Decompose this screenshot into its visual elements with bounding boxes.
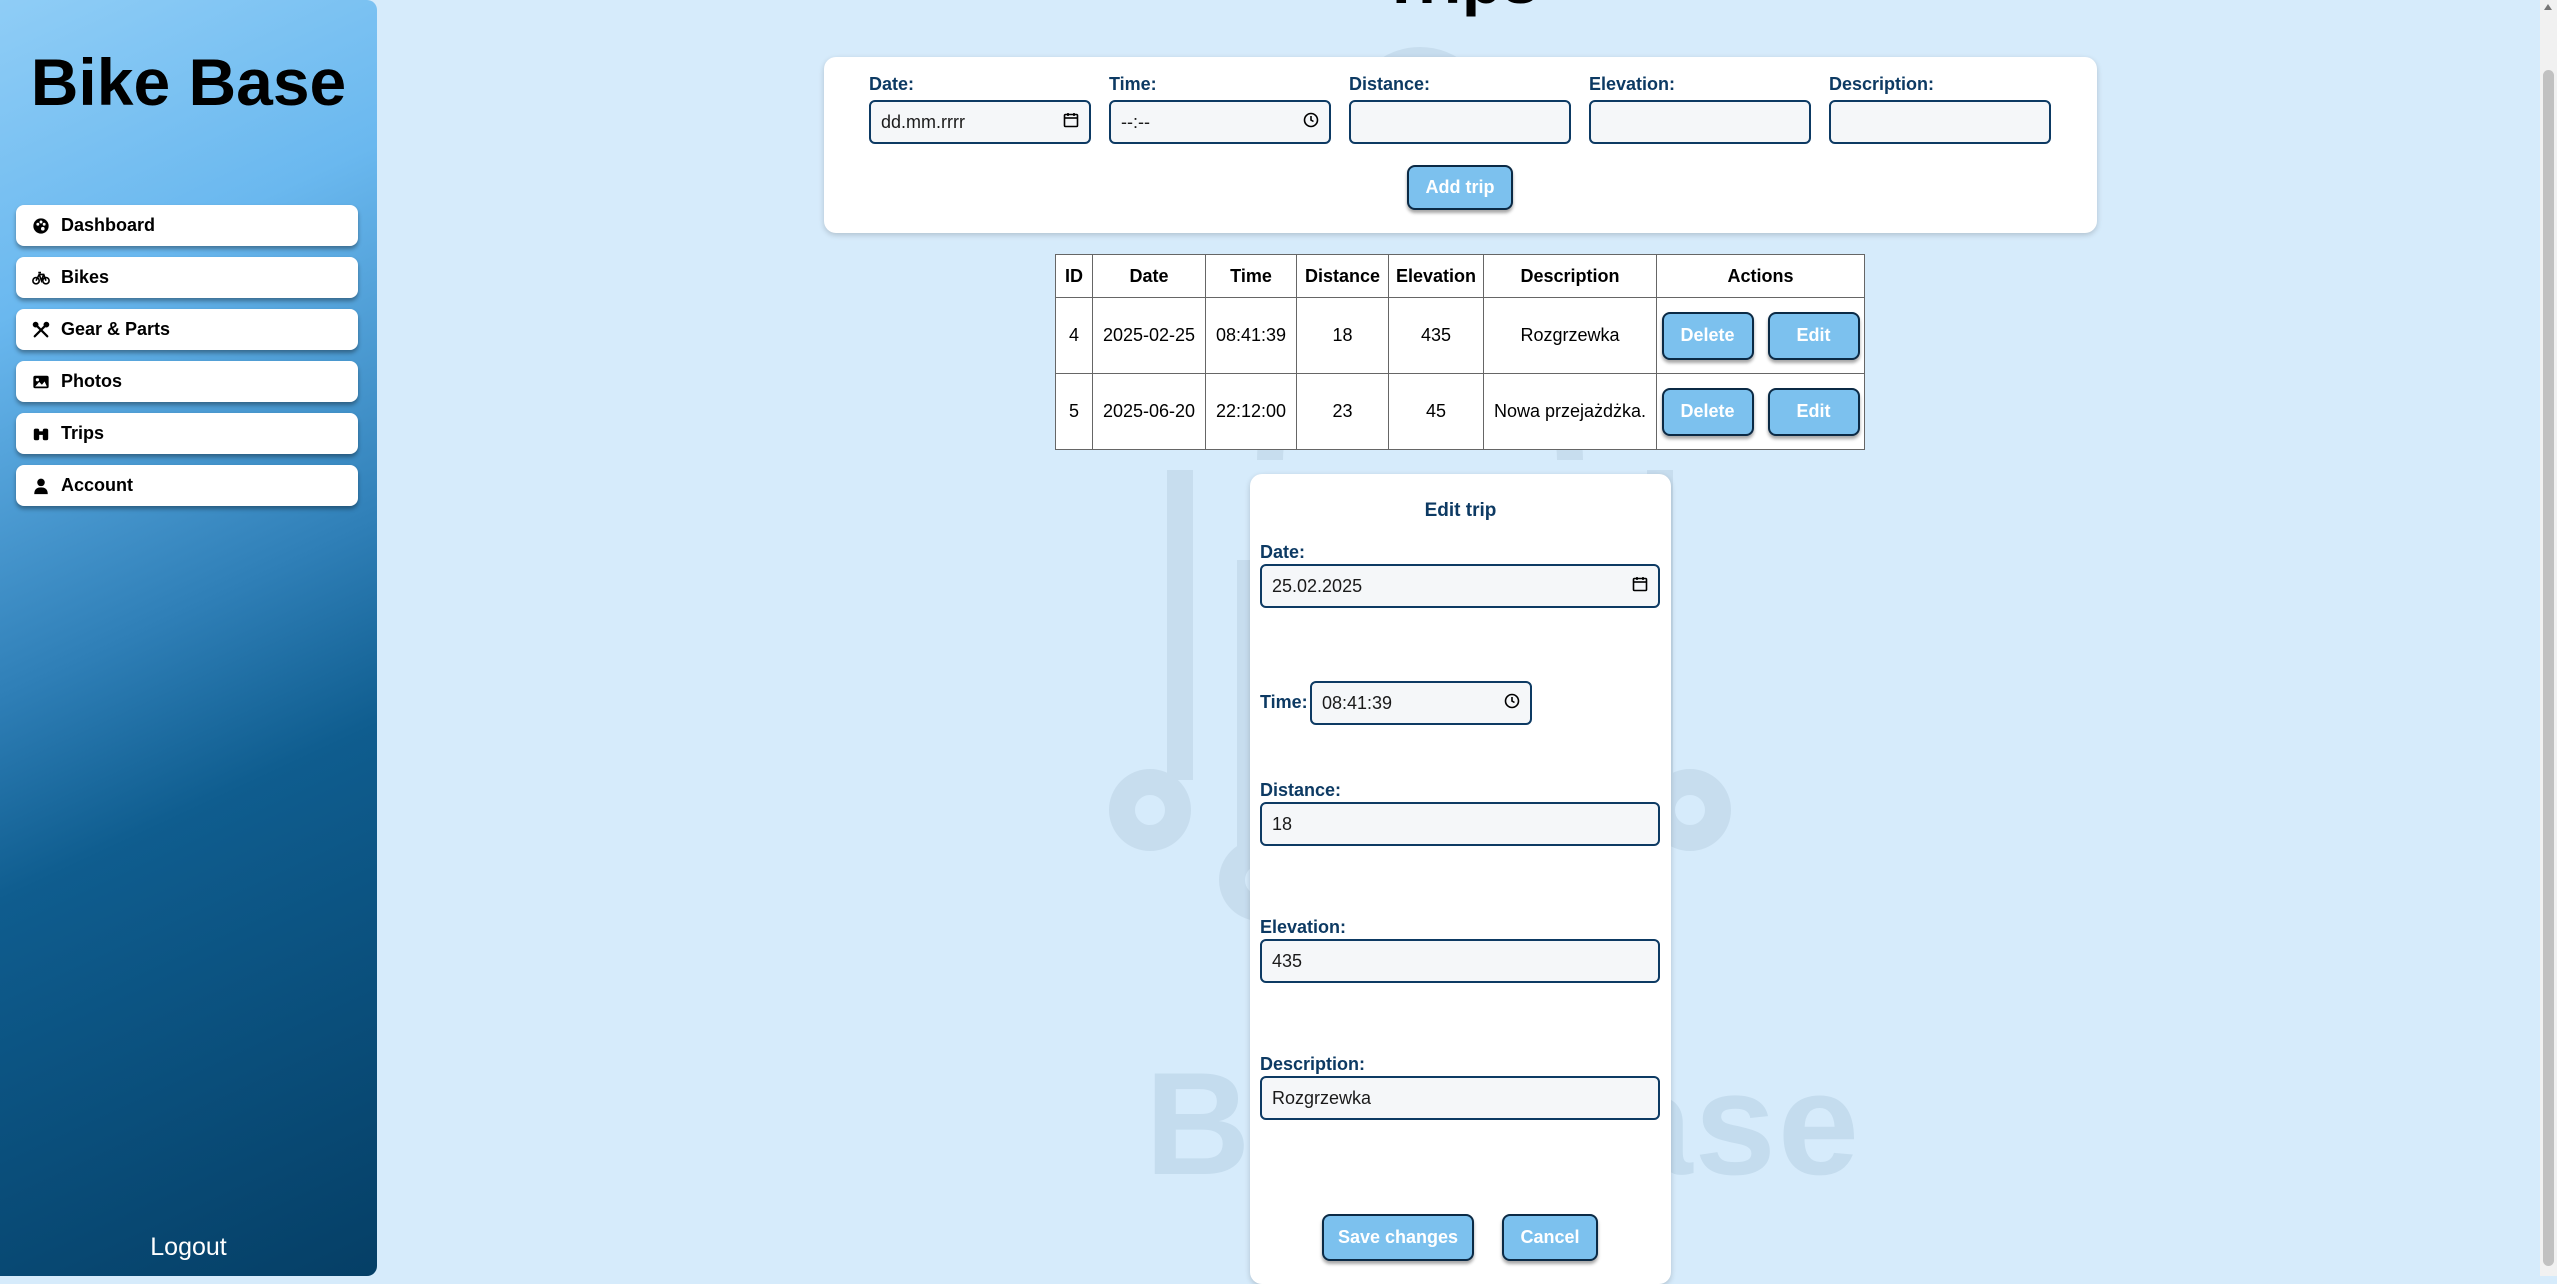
page-title: Trips — [1340, 0, 1580, 18]
edit-time-input[interactable]: 08:41:39 — [1310, 681, 1532, 725]
sidebar-item-label: Photos — [61, 371, 122, 391]
brand-logo: Bike Base — [30, 45, 347, 119]
add-distance-field: Distance: — [1349, 74, 1571, 144]
sidebar-item-label: Bikes — [61, 267, 110, 287]
clock-icon[interactable] — [1504, 693, 1520, 714]
sidebar-item-dashboard[interactable]: Dashboard — [16, 205, 358, 246]
add-trip-button[interactable]: Add trip — [1407, 165, 1513, 210]
sidebar-item-bikes[interactable]: Bikes — [16, 257, 358, 298]
edit-date-input[interactable]: 25.02.2025 — [1260, 564, 1660, 608]
table-row: 5 2025-06-20 22:12:00 23 45 Nowa przejaż… — [1055, 373, 1865, 450]
column-header: Description — [1483, 254, 1657, 298]
add-elevation-input[interactable] — [1589, 100, 1811, 144]
cell-actions: Delete Edit — [1656, 373, 1865, 450]
scrollbar-thumb[interactable] — [2543, 70, 2554, 1266]
column-header: Time — [1205, 254, 1297, 298]
delete-button[interactable]: Delete — [1661, 387, 1754, 436]
palette-icon — [31, 216, 51, 236]
edit-distance-input[interactable]: 18 — [1260, 802, 1660, 846]
image-icon — [31, 372, 51, 392]
add-time-value: --:-- — [1121, 111, 1150, 132]
cell-time: 22:12:00 — [1205, 373, 1297, 450]
cell-date: 2025-06-20 — [1092, 373, 1206, 450]
sidebar-item-label: Dashboard — [61, 215, 156, 235]
bicycle-icon — [31, 268, 51, 288]
delete-button[interactable]: Delete — [1661, 311, 1754, 360]
sidebar-item-label: Gear & Parts — [61, 319, 171, 339]
add-trip-form: Date: dd.mm.rrrr Time: --:-- Distance: E… — [824, 57, 2097, 233]
page-scrollbar[interactable] — [2540, 0, 2557, 1276]
column-header: Actions — [1656, 254, 1865, 298]
calendar-icon[interactable] — [1632, 576, 1648, 597]
cell-id: 4 — [1055, 297, 1093, 374]
edit-button[interactable]: Edit — [1767, 387, 1860, 436]
binoculars-icon — [31, 424, 51, 444]
add-description-input[interactable] — [1829, 100, 2051, 144]
table-row: 4 2025-02-25 08:41:39 18 435 Rozgrzewka … — [1055, 297, 1865, 374]
edit-description-input[interactable]: Rozgrzewka — [1260, 1076, 1660, 1120]
edit-elevation-label: Elevation: — [1260, 917, 1347, 937]
add-date-input[interactable]: dd.mm.rrrr — [869, 100, 1091, 144]
cell-time: 08:41:39 — [1205, 297, 1297, 374]
add-description-field: Description: — [1829, 74, 2051, 144]
logout-link[interactable]: Logout — [0, 1233, 377, 1262]
edit-button[interactable]: Edit — [1767, 311, 1860, 360]
edit-date-value: 25.02.2025 — [1272, 575, 1363, 596]
edit-time-label: Time: — [1260, 692, 1308, 712]
column-header: Date — [1092, 254, 1206, 298]
calendar-icon[interactable] — [1063, 112, 1079, 133]
edit-time-value: 08:41:39 — [1322, 692, 1393, 713]
edit-description-value: Rozgrzewka — [1272, 1087, 1372, 1108]
add-date-value: dd.mm.rrrr — [881, 111, 965, 132]
sidebar-item-photos[interactable]: Photos — [16, 361, 358, 402]
add-elevation-field: Elevation: — [1589, 74, 1811, 144]
clock-icon[interactable] — [1303, 112, 1319, 133]
add-elevation-label: Elevation: — [1589, 74, 1676, 94]
sidebar-item-label: Account — [61, 475, 133, 495]
edit-trip-form: Edit trip Date: 25.02.2025 Time: 08:41:3… — [1250, 474, 1671, 1284]
edit-date-label: Date: — [1260, 542, 1306, 562]
edit-elevation-input[interactable]: 435 — [1260, 939, 1660, 983]
cancel-button[interactable]: Cancel — [1502, 1214, 1598, 1261]
scroll-up-arrow-icon[interactable] — [2544, 4, 2552, 10]
add-time-label: Time: — [1109, 74, 1157, 94]
table-header-row: ID Date Time Distance Elevation Descript… — [1055, 254, 1865, 298]
cell-elevation: 45 — [1388, 373, 1484, 450]
sidebar-item-label: Trips — [61, 423, 105, 443]
cell-date: 2025-02-25 — [1092, 297, 1206, 374]
sidebar-item-gear-parts[interactable]: Gear & Parts — [16, 309, 358, 350]
sidebar-nav: Dashboard Bikes Gear & Parts Photos Trip… — [16, 205, 358, 517]
add-date-field: Date: dd.mm.rrrr — [869, 74, 1091, 144]
add-description-label: Description: — [1829, 74, 1935, 94]
tools-icon — [31, 320, 51, 340]
cell-actions: Delete Edit — [1656, 297, 1865, 374]
save-changes-button[interactable]: Save changes — [1322, 1214, 1474, 1261]
column-header: Elevation — [1388, 254, 1484, 298]
add-time-field: Time: --:-- — [1109, 74, 1331, 144]
sidebar-item-account[interactable]: Account — [16, 465, 358, 506]
cell-description: Rozgrzewka — [1483, 297, 1657, 374]
trips-table: ID Date Time Distance Elevation Descript… — [1055, 254, 1865, 450]
cell-elevation: 435 — [1388, 297, 1484, 374]
edit-description-label: Description: — [1260, 1054, 1366, 1074]
column-header: ID — [1055, 254, 1093, 298]
cell-id: 5 — [1055, 373, 1093, 450]
edit-elevation-value: 435 — [1272, 950, 1303, 971]
edit-distance-label: Distance: — [1260, 780, 1342, 800]
sidebar-item-trips[interactable]: Trips — [16, 413, 358, 454]
add-distance-input[interactable] — [1349, 100, 1571, 144]
add-time-input[interactable]: --:-- — [1109, 100, 1331, 144]
add-distance-label: Distance: — [1349, 74, 1431, 94]
add-date-label: Date: — [869, 74, 915, 94]
edit-distance-value: 18 — [1272, 813, 1293, 834]
sidebar: Bike Base Dashboard Bikes Gear & Parts P… — [0, 0, 377, 1276]
column-header: Distance — [1296, 254, 1389, 298]
cell-description: Nowa przejażdżka. — [1483, 373, 1657, 450]
cell-distance: 18 — [1296, 297, 1389, 374]
cell-distance: 23 — [1296, 373, 1389, 450]
user-icon — [31, 476, 51, 496]
edit-form-title: Edit trip — [1424, 500, 1497, 521]
